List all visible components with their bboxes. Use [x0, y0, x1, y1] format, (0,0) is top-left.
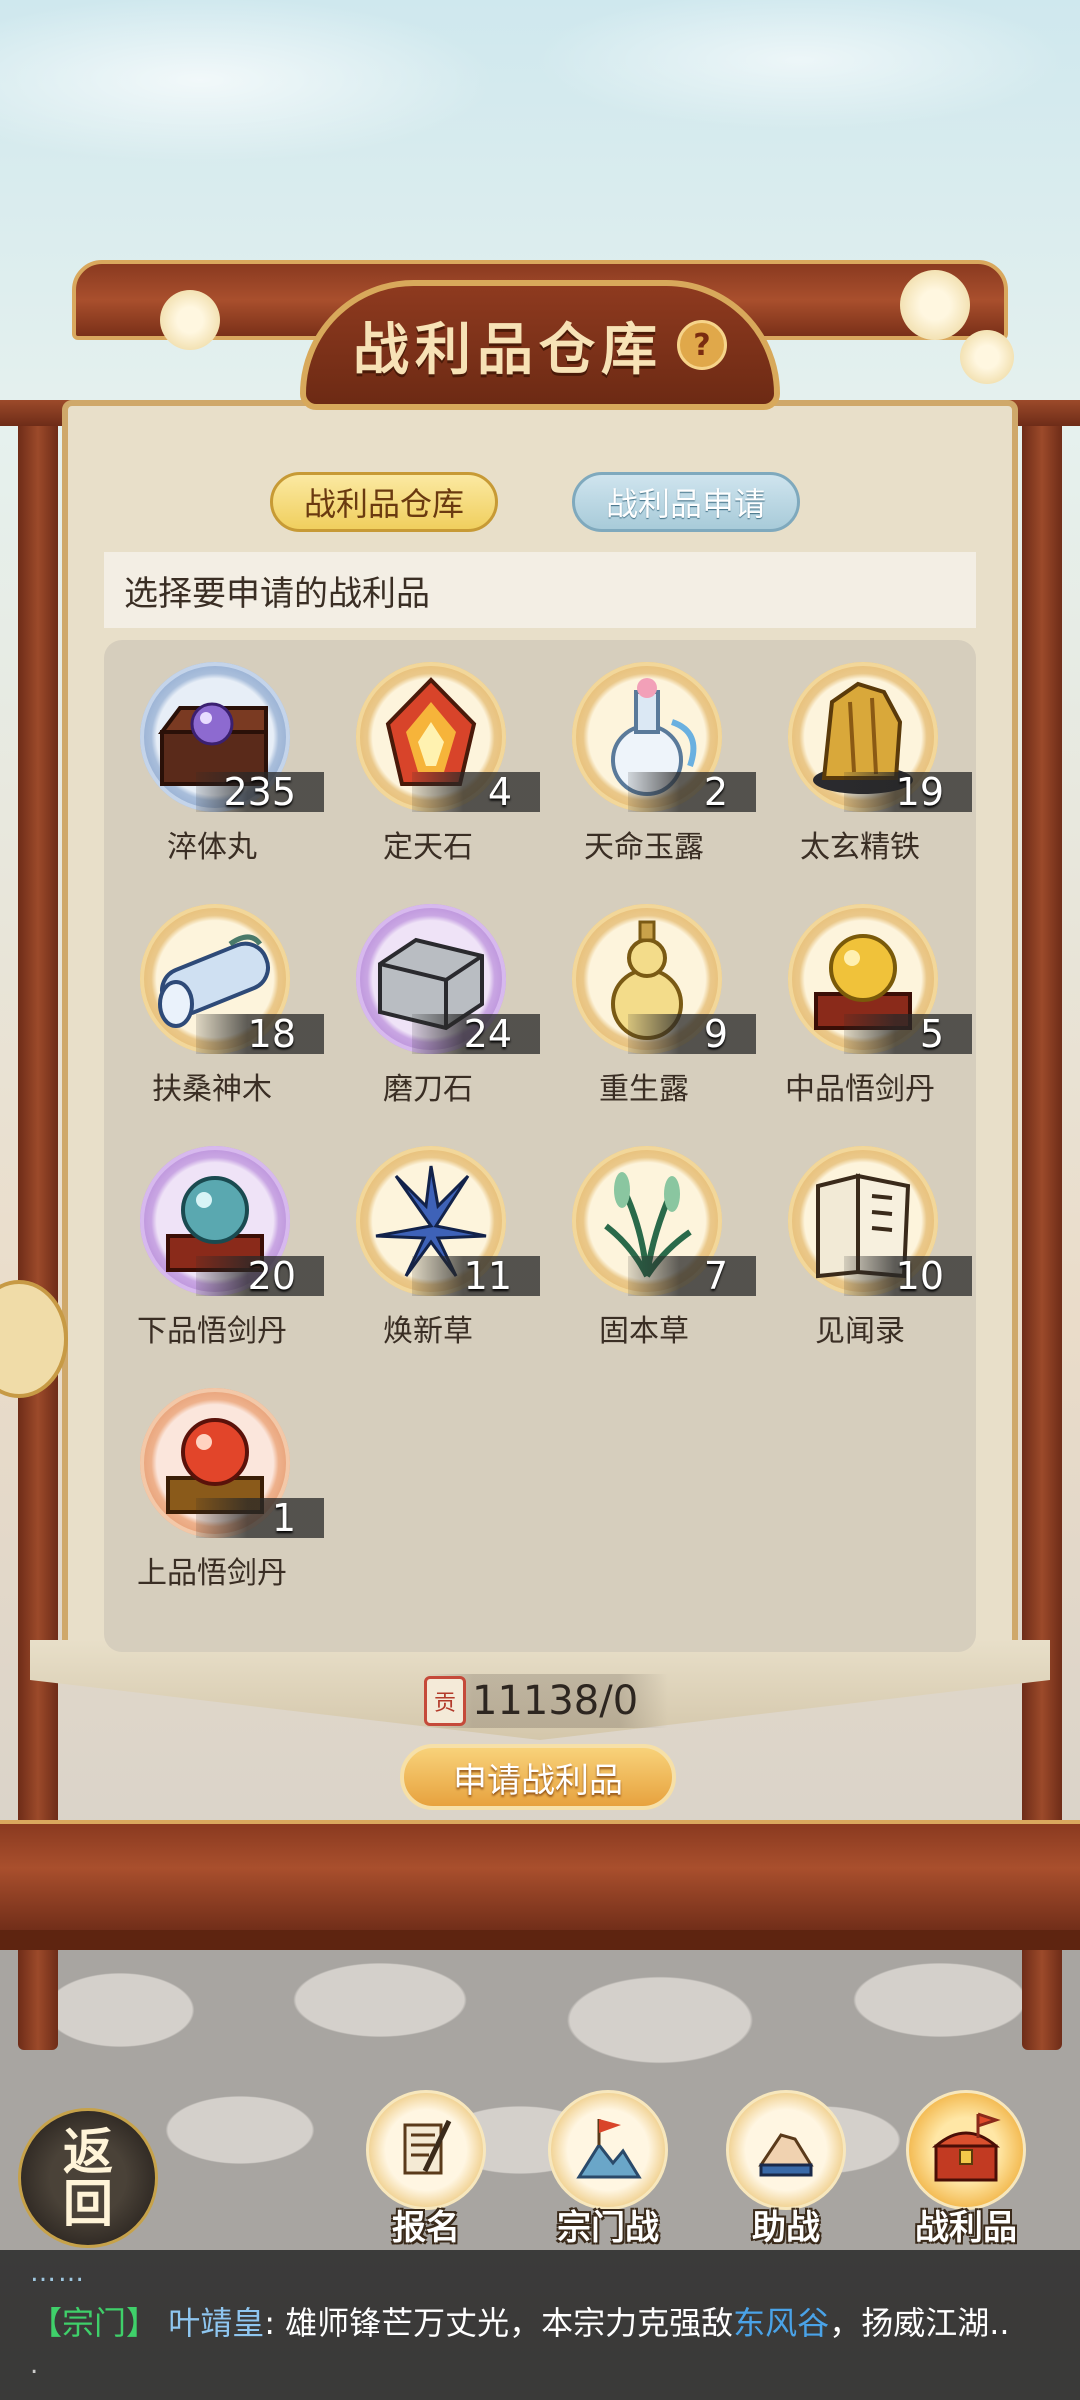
help-icon[interactable]: ? — [677, 320, 727, 370]
item-count: 2 — [703, 770, 728, 814]
treasure-chest-icon — [906, 2090, 1026, 2210]
item-slot[interactable]: 11 焕新草 — [320, 1138, 540, 1358]
item-count: 7 — [703, 1254, 728, 1298]
tab-request[interactable]: 战利品申请 — [572, 472, 800, 532]
plum-blossom — [160, 290, 220, 350]
item-slot[interactable]: 10 见闻录 — [752, 1138, 972, 1358]
count-bar — [196, 1498, 324, 1538]
item-slot[interactable]: 18 扶桑神木 — [104, 896, 324, 1116]
count-bar — [412, 772, 540, 812]
plum-blossom — [900, 270, 970, 340]
item-name: 下品悟剑丹 — [137, 1314, 287, 1349]
instruction-text: 选择要申请的战利品 — [124, 573, 430, 614]
nav-label: 战利品 — [915, 2208, 1017, 2248]
item-grid: 235 淬体丸 4 定天石 2 天命玉露 19 太玄精铁 18 扶桑神木 24 … — [104, 640, 976, 1652]
item-name: 太玄精铁 — [800, 830, 920, 865]
nav-loot[interactable]: 战利品 — [896, 2090, 1036, 2250]
handshake-icon — [726, 2090, 846, 2210]
tab-warehouse[interactable]: 战利品仓库 — [270, 472, 498, 532]
count-bar — [628, 1014, 756, 1054]
count-bar — [844, 1014, 972, 1054]
chat-bar[interactable]: …… 【宗门】 叶靖皇: 雄师锋芒万丈光，本宗力克强敌东风谷，扬威江湖.. . — [0, 2250, 1080, 2400]
item-name: 固本草 — [599, 1314, 689, 1349]
nav-assist[interactable]: 助战 — [716, 2090, 856, 2250]
contribution-value: 11138/0 — [472, 1678, 639, 1724]
item-slot[interactable]: 2 天命玉露 — [536, 654, 756, 874]
title-plaque: 战利品仓库 ? — [300, 280, 780, 410]
item-slot[interactable]: 20 下品悟剑丹 — [104, 1138, 324, 1358]
item-name: 定天石 — [383, 830, 473, 865]
bottom-beam — [0, 1820, 1080, 1934]
chat-channel-tag: 【宗门】 — [30, 2304, 159, 2342]
back-label: 返回 — [63, 2123, 113, 2233]
item-count: 235 — [223, 770, 296, 814]
item-count: 9 — [703, 1012, 728, 1056]
item-count: 19 — [895, 770, 944, 814]
nav-label: 报名 — [392, 2208, 460, 2248]
back-button[interactable]: 返回 — [18, 2108, 158, 2248]
item-slot[interactable]: 235 淬体丸 — [104, 654, 324, 874]
count-bar — [628, 772, 756, 812]
nav-label: 宗门战 — [557, 2208, 659, 2248]
item-name: 见闻录 — [815, 1314, 905, 1349]
item-slot[interactable]: 4 定天石 — [320, 654, 540, 874]
scroll-brush-icon — [366, 2090, 486, 2210]
item-slot[interactable]: 19 太玄精铁 — [752, 654, 972, 874]
item-count: 4 — [487, 770, 512, 814]
nav-signup[interactable]: 报名 — [356, 2090, 496, 2250]
plum-blossom — [960, 330, 1014, 384]
item-count: 5 — [919, 1012, 944, 1056]
item-count: 1 — [271, 1496, 296, 1540]
item-count: 24 — [463, 1012, 512, 1056]
page-title: 战利品仓库 — [353, 317, 663, 383]
item-count: 20 — [247, 1254, 296, 1298]
item-name: 天命玉露 — [584, 830, 704, 865]
chat-dots: …… — [30, 2258, 86, 2288]
item-slot[interactable]: 24 磨刀石 — [320, 896, 540, 1116]
sky-clouds — [0, 0, 1080, 300]
item-slot[interactable]: 7 固本草 — [536, 1138, 756, 1358]
item-count: 10 — [895, 1254, 944, 1298]
item-count: 18 — [247, 1012, 296, 1056]
nav-label: 助战 — [752, 2208, 820, 2248]
chat-text-2: ，扬威江湖.. — [829, 2304, 1010, 2342]
bottom-beam-shadow — [0, 1930, 1080, 1950]
nav-sect-war[interactable]: 宗门战 — [538, 2090, 678, 2250]
flag-mountain-icon — [548, 2090, 668, 2210]
apply-loot-button[interactable]: 申请战利品 — [400, 1744, 676, 1810]
count-bar — [628, 1256, 756, 1296]
chat-text-1: : 雄师锋芒万丈光，本宗力克强敌 — [264, 2304, 734, 2342]
item-slot[interactable]: 5 中品悟剑丹 — [752, 896, 972, 1116]
item-slot[interactable]: 9 重生露 — [536, 896, 756, 1116]
chat-place-link[interactable]: 东风谷 — [733, 2304, 829, 2342]
item-name: 上品悟剑丹 — [137, 1556, 287, 1591]
item-name: 焕新草 — [383, 1314, 473, 1349]
item-slot[interactable]: 1 上品悟剑丹 — [104, 1380, 324, 1600]
item-name: 中品悟剑丹 — [785, 1072, 935, 1107]
right-post — [1022, 410, 1062, 2050]
instruction-label: 选择要申请的战利品 — [104, 552, 976, 628]
item-name: 扶桑神木 — [152, 1072, 272, 1107]
contribution-balance: 贡 11138/0 — [424, 1674, 668, 1728]
contribution-token-icon: 贡 — [424, 1676, 466, 1726]
warehouse-frame: 战利品仓库 ? 战利品仓库 战利品申请 选择要申请的战利品 235 淬体丸 4 … — [0, 260, 1080, 2050]
left-post — [18, 410, 58, 2050]
chat-sender[interactable]: 叶靖皇 — [168, 2304, 264, 2342]
item-count: 11 — [463, 1254, 512, 1298]
chat-message: 【宗门】 叶靖皇: 雄师锋芒万丈光，本宗力克强敌东风谷，扬威江湖.. — [30, 2298, 1010, 2344]
item-name: 磨刀石 — [383, 1072, 473, 1107]
item-name: 淬体丸 — [167, 830, 257, 865]
item-name: 重生露 — [599, 1072, 689, 1107]
chat-trailing: . — [30, 2350, 39, 2380]
